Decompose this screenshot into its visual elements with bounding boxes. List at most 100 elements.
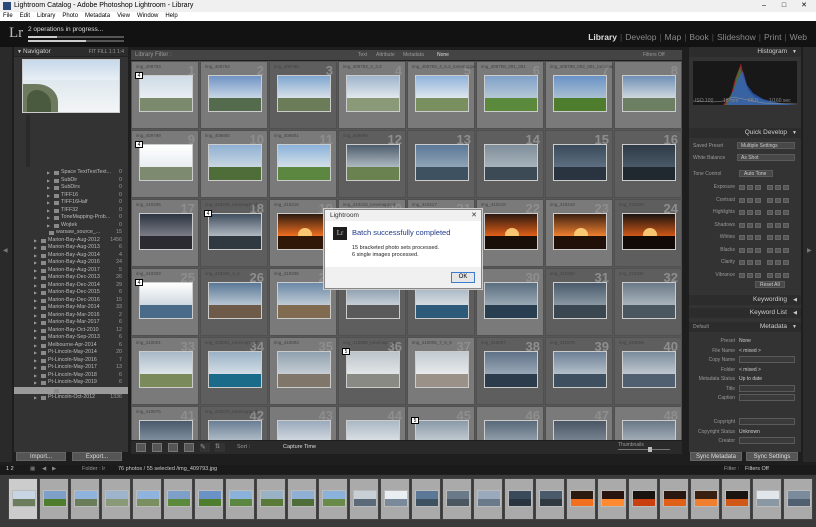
folder-disclosure-icon[interactable]: ▶: [34, 357, 37, 365]
grid-cell[interactable]: 2 img_409794: [200, 61, 268, 129]
increase-whites-button[interactable]: [775, 235, 781, 240]
folder-row[interactable]: ▶ TIFF32 0: [14, 207, 128, 215]
photo-thumbnail[interactable]: [415, 351, 469, 388]
filmstrip-thumbnail[interactable]: [783, 478, 813, 520]
folder-row[interactable]: ▶ Marion-Bay-Mar-2017 6: [14, 319, 128, 327]
folder-row[interactable]: ▶ Pt-Lincoln-May-2019 6: [14, 379, 128, 387]
metadata-input[interactable]: [739, 356, 795, 363]
decrease-whites-button[interactable]: [739, 235, 745, 240]
filter-metadata[interactable]: Metadata: [403, 50, 424, 60]
folder-row[interactable]: ▶ Marion-Bay-Aug-2013 6: [14, 244, 128, 252]
metadata-preset-dropdown[interactable]: Default: [693, 322, 709, 332]
increase-vibrance-button[interactable]: [783, 272, 789, 278]
increase-whites-button[interactable]: [783, 235, 789, 240]
reset-all-button[interactable]: Reset All: [755, 281, 785, 288]
folder-row[interactable]: ▶ SubDirs 0: [14, 184, 128, 192]
folder-row[interactable]: ▶ Melbourne-Apr-2014 6: [14, 342, 128, 350]
increase-contrast-button[interactable]: [767, 197, 773, 203]
increase-shadows-button[interactable]: [783, 222, 789, 228]
photo-thumbnail[interactable]: [553, 75, 607, 112]
grid-cell[interactable]: 35 img_410003: [269, 337, 337, 405]
increase-exposure-button[interactable]: [767, 185, 773, 190]
metadata-input[interactable]: [739, 394, 795, 401]
filmstrip-thumbnail[interactable]: [349, 478, 379, 520]
folder-disclosure-icon[interactable]: ▶: [47, 184, 50, 192]
grid-cell[interactable]: 23 img_410219: [545, 199, 613, 267]
folder-row[interactable]: ▶ Pt-Lincoln-May-2017 13: [14, 364, 128, 372]
metadata-header[interactable]: Metadata ▼ Default: [689, 322, 801, 332]
grid-view-icon[interactable]: [136, 443, 146, 452]
folder-row[interactable]: ▶ Marion-Bay-Sep-2013 6: [14, 334, 128, 342]
increase-clarity-button[interactable]: [783, 260, 789, 265]
menu-metadata[interactable]: Metadata: [85, 12, 110, 21]
increase-clarity-button[interactable]: [767, 260, 773, 265]
folder-row[interactable]: ▶ Pt-Lincoln-May-2014 20: [14, 349, 128, 357]
secondary-window-buttons[interactable]: 1 2: [6, 465, 14, 474]
folder-row[interactable]: warsaw_source_... 15: [14, 229, 128, 237]
photo-thumbnail[interactable]: [139, 351, 193, 388]
grid-cell[interactable]: 12 img_409690: [338, 130, 406, 198]
decrease-exposure-button[interactable]: [747, 185, 753, 190]
painter-icon[interactable]: ✎: [200, 443, 210, 452]
grid-cell[interactable]: 39 img_410578: [545, 337, 613, 405]
export-button[interactable]: Export...: [72, 452, 122, 461]
folder-disclosure-icon[interactable]: ▶: [34, 267, 37, 275]
folder-row[interactable]: ▶ Pt-Lincoln-Oct-2012 1336: [14, 394, 128, 402]
photo-thumbnail[interactable]: [553, 213, 607, 250]
photo-thumbnail[interactable]: [622, 282, 676, 319]
grid-cell[interactable]: 10 img_409800: [200, 130, 268, 198]
filmstrip-thumbnail[interactable]: [318, 478, 348, 520]
grid-cell[interactable]: 7 img_409798_002_001_tonemapped: [545, 61, 622, 129]
dialog-ok-button[interactable]: OK: [451, 272, 475, 283]
maximize-button[interactable]: □: [774, 1, 794, 11]
menu-view[interactable]: View: [117, 12, 130, 21]
photo-thumbnail[interactable]: [622, 213, 676, 250]
photo-thumbnail[interactable]: [415, 420, 469, 440]
photo-thumbnail[interactable]: [208, 144, 262, 181]
filter-preset[interactable]: Filters Off: [643, 50, 665, 60]
photo-thumbnail[interactable]: [277, 351, 331, 388]
filmstrip-thumbnail[interactable]: [194, 478, 224, 520]
decrease-vibrance-button[interactable]: [747, 272, 753, 278]
increase-highlights-button[interactable]: [775, 210, 781, 215]
menu-help[interactable]: Help: [165, 12, 177, 21]
grid-cell[interactable]: 3 img_409795: [269, 61, 337, 129]
increase-exposure-button[interactable]: [775, 185, 781, 190]
decrease-clarity-button[interactable]: [755, 260, 761, 265]
filmstrip-thumbnail[interactable]: [70, 478, 100, 520]
grid-cell[interactable]: 14: [476, 130, 544, 198]
increase-whites-button[interactable]: [767, 235, 773, 240]
photo-thumbnail[interactable]: [346, 75, 400, 112]
histogram-header[interactable]: Histogram ▼: [689, 47, 801, 57]
filmstrip-thumbnail[interactable]: [163, 478, 193, 520]
metadata-input[interactable]: [739, 418, 795, 425]
photo-thumbnail[interactable]: [484, 75, 538, 112]
photo-thumbnail[interactable]: [622, 75, 676, 112]
folder-disclosure-icon[interactable]: ▶: [47, 177, 50, 185]
increase-highlights-button[interactable]: [783, 210, 789, 215]
right-edge-toggle[interactable]: ▶: [803, 47, 816, 462]
decrease-whites-button[interactable]: [755, 235, 761, 240]
folder-disclosure-icon[interactable]: ▶: [34, 289, 37, 297]
folder-row[interactable]: ▶ ToneMapping-Prob... 0: [14, 214, 128, 222]
import-button[interactable]: Import...: [16, 452, 66, 461]
photo-thumbnail[interactable]: [277, 282, 331, 319]
saved-preset-dropdown[interactable]: Multiple Settings: [737, 142, 795, 149]
folder-row[interactable]: ▶ Pt-Lincoln-May-2018 6: [14, 372, 128, 380]
increase-contrast-button[interactable]: [783, 197, 789, 203]
decrease-exposure-button[interactable]: [739, 185, 745, 190]
grid-cell[interactable]: 34 img_410001_tonemapped: [200, 337, 268, 405]
menu-photo[interactable]: Photo: [62, 12, 78, 21]
photo-thumbnail[interactable]: [208, 351, 262, 388]
filmstrip-thumbnail[interactable]: [504, 478, 534, 520]
grid-cell[interactable]: 18 img_410208_tonemapped 4: [200, 199, 268, 267]
grid-cell[interactable]: 17 img_410206: [131, 199, 199, 267]
increase-clarity-button[interactable]: [775, 260, 781, 265]
folder-disclosure-icon[interactable]: ▶: [34, 274, 37, 282]
grid-cell[interactable]: 6 img_409798_001_001: [476, 61, 544, 129]
photo-thumbnail[interactable]: [208, 213, 262, 250]
photo-thumbnail[interactable]: [208, 420, 262, 440]
folder-row[interactable]: ▶ 78: [14, 386, 128, 394]
filter-attribute[interactable]: Attribute: [376, 50, 395, 60]
photo-thumbnail[interactable]: [139, 75, 193, 112]
